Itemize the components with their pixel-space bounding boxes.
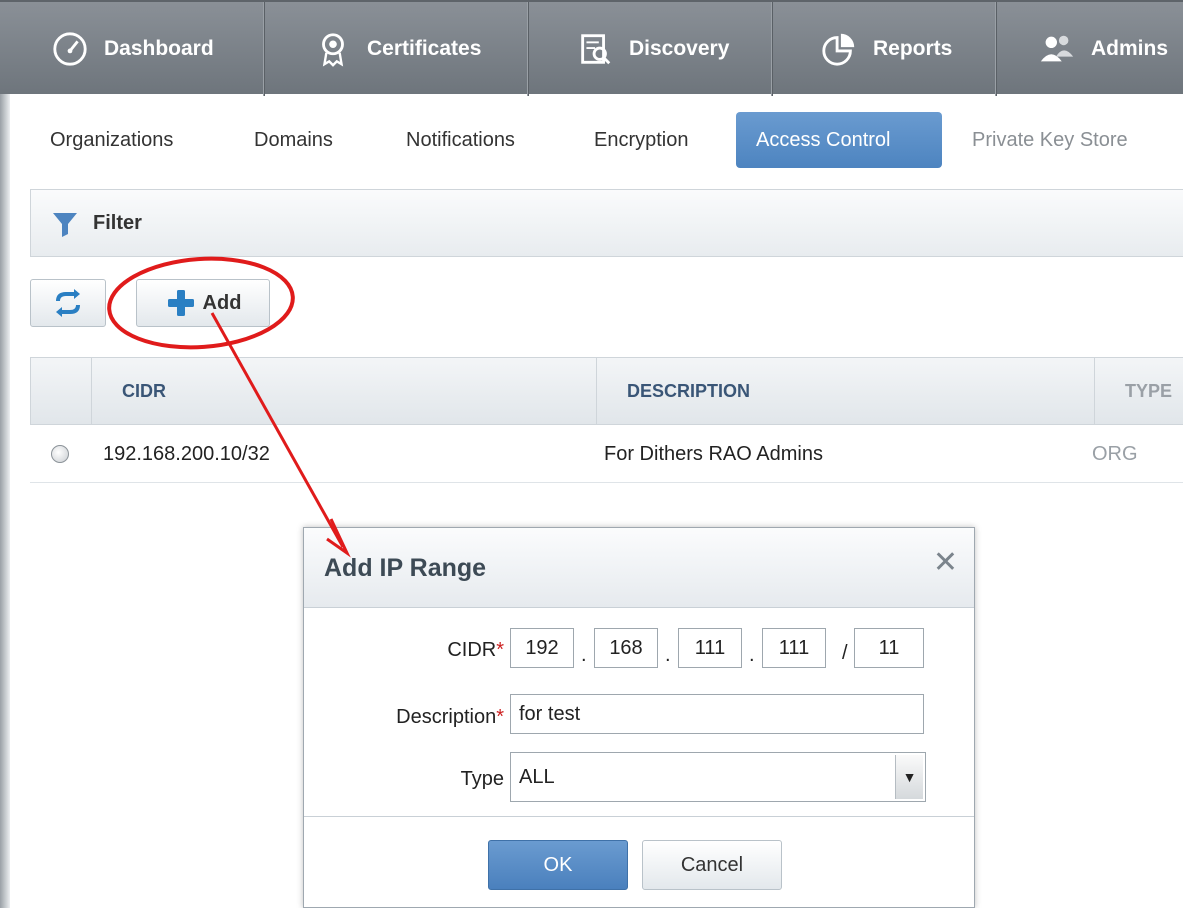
refresh-icon — [56, 289, 80, 317]
cancel-button[interactable]: Cancel — [642, 840, 782, 890]
nav-dashboard-label: Dashboard — [104, 37, 214, 60]
nav-admins-label: Admins — [1091, 37, 1169, 60]
refresh-button[interactable] — [30, 279, 106, 327]
top-navigation: Dashboard Certificates Discovery Reports… — [0, 0, 1183, 96]
tab-domains[interactable]: Domains — [234, 112, 353, 168]
column-cidr[interactable]: CIDR — [91, 358, 596, 424]
nav-admins[interactable]: Admins — [997, 2, 1183, 96]
row-select-radio[interactable] — [51, 445, 69, 463]
filter-bar[interactable]: Filter — [30, 189, 1183, 257]
cidr-dot-2: . — [665, 644, 671, 666]
dialog-header: Add IP Range ✕ — [304, 528, 974, 608]
type-label: Type — [460, 768, 504, 790]
tab-private-key-store[interactable]: Private Key Store — [952, 112, 1148, 168]
column-description[interactable]: DESCRIPTION — [596, 358, 1094, 424]
dashboard-gauge-icon — [50, 29, 90, 69]
cidr-mask-input[interactable]: 11 — [854, 628, 924, 668]
add-ip-range-dialog: Add IP Range ✕ CIDR* 192 . 168 . 111 . 1… — [303, 527, 975, 908]
table-row[interactable]: 192.168.200.10/32 For Dithers RAO Admins… — [30, 425, 1183, 483]
nav-reports-label: Reports — [873, 37, 953, 60]
add-button[interactable]: Add — [136, 279, 270, 327]
nav-discovery-label: Discovery — [629, 37, 730, 60]
nav-discovery[interactable]: Discovery — [529, 2, 773, 96]
ok-button[interactable]: OK — [488, 840, 628, 890]
cidr-octet-3-input[interactable]: 111 — [678, 628, 742, 668]
row-cidr: 192.168.200.10/32 — [103, 443, 270, 465]
description-label: Description* — [396, 706, 504, 728]
sub-tabs: Organizations Domains Notifications Encr… — [30, 112, 1183, 170]
close-icon[interactable]: ✕ — [933, 548, 958, 578]
reports-pie-icon — [819, 29, 859, 69]
nav-certificates[interactable]: Certificates — [265, 2, 529, 96]
dialog-title: Add IP Range — [324, 554, 487, 582]
filter-label: Filter — [93, 212, 142, 234]
nav-dashboard[interactable]: Dashboard — [0, 2, 265, 96]
tab-organizations[interactable]: Organizations — [30, 112, 193, 168]
certificate-badge-icon — [313, 29, 353, 69]
tab-encryption[interactable]: Encryption — [574, 112, 709, 168]
tab-notifications[interactable]: Notifications — [386, 112, 535, 168]
admins-users-icon — [1037, 29, 1077, 69]
type-select[interactable]: ALL ▼ — [510, 752, 926, 802]
cidr-dot-1: . — [581, 644, 587, 666]
cidr-octet-4-input[interactable]: 111 — [762, 628, 826, 668]
row-description: For Dithers RAO Admins — [604, 443, 823, 465]
row-type: ORG — [1092, 443, 1138, 465]
type-select-value: ALL — [519, 766, 555, 788]
nav-certificates-label: Certificates — [367, 37, 482, 60]
cidr-slash: / — [842, 642, 848, 664]
cidr-octet-2-input[interactable]: 168 — [594, 628, 658, 668]
discovery-scan-icon — [575, 29, 615, 69]
nav-reports[interactable]: Reports — [773, 2, 997, 96]
cidr-dot-3: . — [749, 644, 755, 666]
tab-access-control[interactable]: Access Control — [736, 112, 942, 168]
left-edge — [0, 94, 10, 908]
description-input[interactable]: for test — [510, 694, 924, 734]
chevron-down-icon[interactable]: ▼ — [895, 755, 923, 799]
funnel-icon — [53, 213, 77, 237]
cidr-octet-1-input[interactable]: 192 — [510, 628, 574, 668]
table-header: CIDR DESCRIPTION TYPE — [30, 357, 1183, 425]
cidr-label: CIDR* — [447, 639, 504, 661]
dialog-footer-divider — [304, 816, 974, 817]
add-button-label: Add — [202, 291, 242, 314]
column-type[interactable]: TYPE — [1094, 358, 1183, 424]
plus-icon — [167, 290, 194, 316]
